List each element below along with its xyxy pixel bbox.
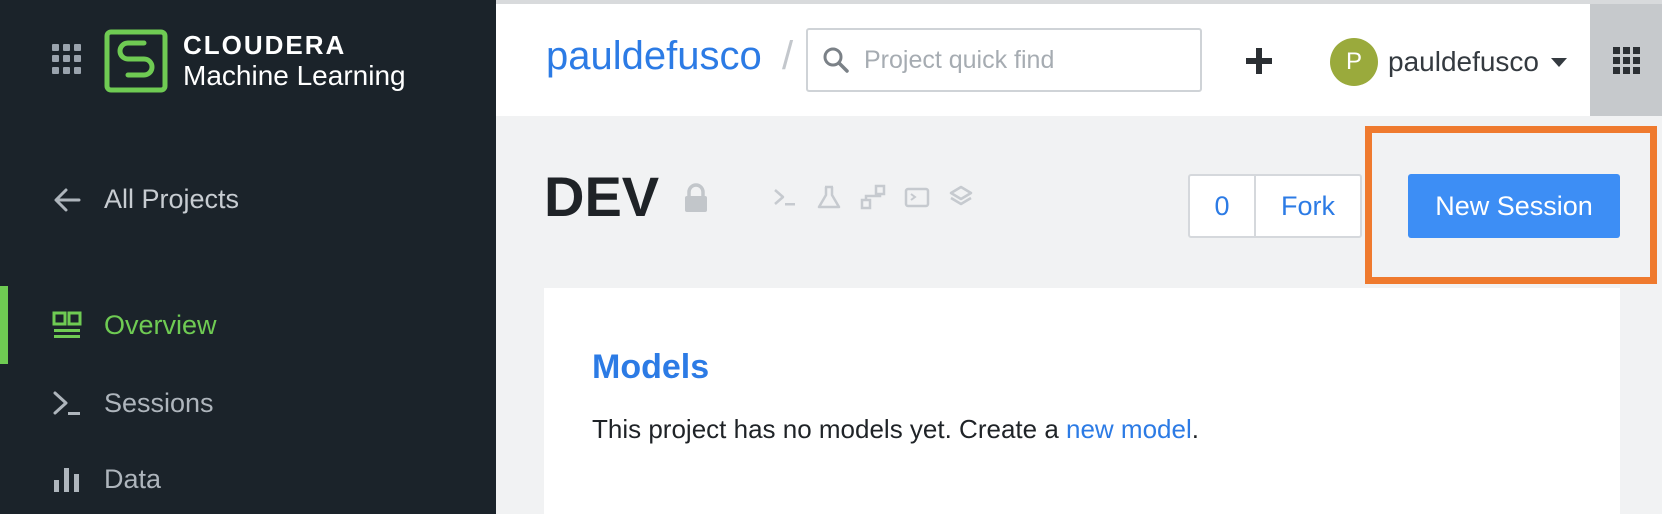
sidebar-item-label: Overview bbox=[104, 309, 217, 340]
project-search[interactable] bbox=[806, 28, 1202, 92]
app-launcher-icon[interactable] bbox=[52, 44, 82, 74]
sidebar-item-label: Data bbox=[104, 463, 162, 494]
search-icon bbox=[808, 30, 864, 90]
caret-down-icon bbox=[1551, 57, 1568, 67]
all-projects-label: All Projects bbox=[104, 184, 240, 214]
new-model-link[interactable]: new model bbox=[1066, 414, 1192, 444]
layers-icon[interactable] bbox=[948, 184, 974, 210]
breadcrumb-separator: / bbox=[782, 34, 794, 78]
grid-icon bbox=[1612, 46, 1640, 74]
models-title: Models bbox=[592, 348, 710, 386]
fork-button[interactable]: Fork bbox=[1256, 176, 1360, 236]
workflow-icon[interactable] bbox=[860, 184, 886, 210]
brand-name: CLOUDERA bbox=[183, 30, 347, 60]
all-projects-link[interactable]: All Projects bbox=[52, 184, 239, 215]
sidebar-item-overview[interactable]: Overview bbox=[0, 286, 496, 364]
product-name: Machine Learning bbox=[183, 60, 406, 91]
top-bar: pauldefusco / P pauldefusco bbox=[496, 0, 1662, 116]
apps-grid-button[interactable] bbox=[1590, 4, 1662, 116]
project-tools bbox=[772, 184, 974, 210]
lock-icon bbox=[685, 183, 707, 212]
bar-chart-icon bbox=[52, 464, 82, 494]
flask-icon[interactable] bbox=[816, 184, 842, 210]
user-menu[interactable]: P pauldefusco bbox=[1330, 38, 1568, 86]
sidebar: CLOUDERA Machine Learning All Projects O… bbox=[0, 0, 496, 514]
avatar: P bbox=[1330, 38, 1378, 86]
project-title: DEV bbox=[544, 165, 660, 228]
fork-group: 0 Fork bbox=[1188, 174, 1362, 238]
new-session-button[interactable]: New Session bbox=[1408, 174, 1620, 238]
add-plus-icon[interactable] bbox=[1242, 44, 1276, 78]
user-name: pauldefusco bbox=[1388, 46, 1540, 77]
sidebar-item-data[interactable]: Data bbox=[0, 440, 496, 514]
terminal-icon bbox=[52, 388, 82, 418]
models-empty-message: This project has no models yet. Create a… bbox=[592, 414, 1199, 445]
sidebar-item-sessions[interactable]: Sessions bbox=[0, 364, 496, 442]
cloudera-logo-icon bbox=[104, 29, 168, 93]
models-card: Models This project has no models yet. C… bbox=[544, 288, 1620, 514]
arrow-left-icon bbox=[54, 188, 81, 211]
brand-logo-text: CLOUDERA Machine Learning bbox=[183, 30, 406, 92]
fork-count: 0 bbox=[1190, 176, 1256, 236]
models-empty-text: This project has no models yet. Create a bbox=[592, 414, 1067, 444]
sidebar-item-label: Sessions bbox=[104, 387, 214, 418]
console-icon[interactable] bbox=[904, 184, 930, 210]
terminal-icon[interactable] bbox=[772, 184, 798, 210]
overview-icon bbox=[52, 310, 82, 340]
search-input[interactable] bbox=[864, 45, 1184, 75]
breadcrumb-user-link[interactable]: pauldefusco bbox=[546, 34, 762, 79]
models-empty-suffix: . bbox=[1191, 414, 1199, 444]
